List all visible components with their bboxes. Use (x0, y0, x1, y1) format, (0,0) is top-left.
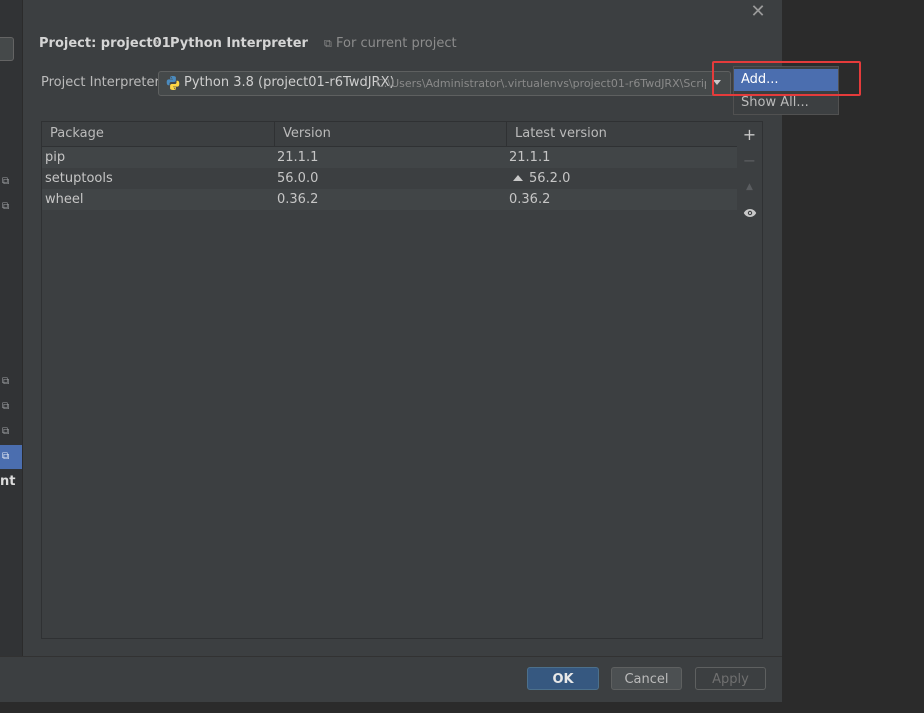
footer-divider (0, 656, 782, 657)
project-scope-icon: ⧉ (2, 176, 10, 187)
packages-toolbar: + − ▲ (737, 121, 763, 639)
packages-table: Package Version Latest version pip 21.1.1… (41, 121, 739, 639)
project-scope-icon: ⧉ (2, 201, 10, 212)
sidebar-search-field[interactable] (0, 37, 14, 61)
package-name-cell: setuptools (45, 171, 113, 186)
project-scope-icon: ⧉ (2, 451, 10, 462)
column-header-version[interactable]: Version (274, 122, 506, 146)
annotation-highlight-box (712, 61, 861, 96)
python-icon (166, 76, 180, 90)
eye-icon[interactable] (737, 202, 762, 224)
sidebar-item-label-partial[interactable]: nt (0, 474, 15, 489)
table-row[interactable]: setuptools 56.0.0 56.2.0 (42, 168, 738, 189)
latest-version-text: 56.2.0 (529, 171, 571, 186)
scope-label: For current project (336, 36, 457, 51)
close-icon[interactable]: ✕ (749, 3, 767, 21)
package-latest-cell: 56.2.0 (509, 168, 570, 189)
latest-version-text: 0.36.2 (509, 192, 551, 207)
table-row[interactable]: wheel 0.36.2 0.36.2 (42, 189, 738, 210)
scope-note: ⧉ For current project (324, 36, 457, 51)
apply-button[interactable]: Apply (695, 667, 766, 690)
package-name-cell: wheel (45, 192, 84, 207)
sidebar-item-python-interpreter[interactable]: ⧉ (0, 445, 22, 469)
breadcrumb-page: Python Interpreter (170, 36, 308, 51)
project-scope-icon: ⧉ (2, 426, 10, 437)
latest-version-text: 21.1.1 (509, 150, 551, 165)
settings-dialog: ⧉ ⧉ ⧉ ⧉ ⧉ ⧉ nt ✕ Project: project01 › Py… (0, 0, 782, 702)
interpreter-combobox[interactable]: Python 3.8 (project01-r6TwdJRX) C:\Users… (158, 71, 731, 96)
interpreter-label: Project Interpreter: (41, 75, 165, 90)
add-package-icon[interactable]: + (737, 124, 762, 146)
project-scope-icon: ⧉ (2, 376, 10, 387)
breadcrumb-separator: › (154, 35, 160, 50)
interpreter-path: C:\Users\Administrator\.virtualenvs\proj… (376, 77, 706, 90)
package-version-cell: 56.0.0 (277, 171, 319, 186)
table-row[interactable]: pip 21.1.1 21.1.1 (42, 147, 738, 168)
settings-sidebar: ⧉ ⧉ ⧉ ⧉ ⧉ ⧉ nt (0, 0, 23, 656)
ok-button[interactable]: OK (527, 667, 599, 690)
upgrade-available-icon (513, 175, 523, 181)
package-version-cell: 0.36.2 (277, 192, 319, 207)
column-header-package[interactable]: Package (42, 122, 274, 146)
column-header-latest-version[interactable]: Latest version (506, 122, 738, 146)
package-latest-cell: 21.1.1 (509, 147, 550, 168)
cancel-button[interactable]: Cancel (611, 667, 682, 690)
interpreter-name: Python 3.8 (project01-r6TwdJRX) (184, 75, 395, 90)
package-name-cell: pip (45, 150, 66, 165)
breadcrumb-project: Project: project01 (39, 36, 171, 51)
project-scope-icon: ⧉ (324, 37, 332, 50)
upgrade-package-icon[interactable]: ▲ (737, 176, 762, 198)
remove-package-icon[interactable]: − (737, 150, 762, 172)
package-version-cell: 21.1.1 (277, 150, 319, 165)
table-header: Package Version Latest version (42, 122, 738, 147)
package-latest-cell: 0.36.2 (509, 189, 550, 210)
project-scope-icon: ⧉ (2, 401, 10, 412)
